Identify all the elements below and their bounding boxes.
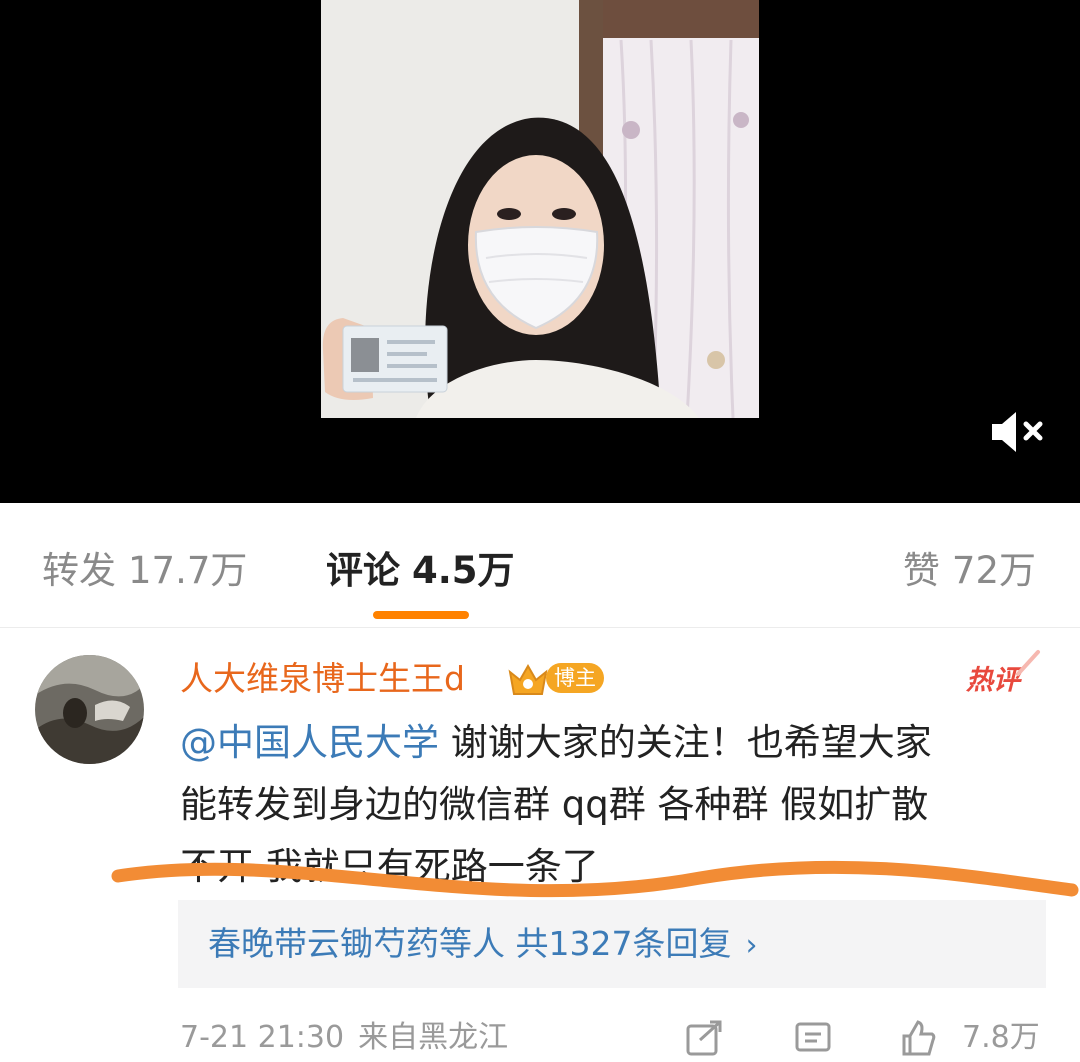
chevron-right-icon: › <box>745 928 758 963</box>
comment-icon <box>795 1022 831 1052</box>
comment-text-line1: 谢谢大家的关注！也希望大家 <box>439 721 932 764</box>
speaker-muted-icon <box>992 412 1043 452</box>
tab-label: 评论 <box>326 549 400 592</box>
mute-button[interactable] <box>988 408 1048 456</box>
tab-count: 4.5万 <box>412 549 515 592</box>
comment-text-line2: 能转发到身边的微信群 qq群 各种群 假如扩散 <box>180 783 929 826</box>
hot-flame-icon <box>1012 648 1042 678</box>
share-button[interactable] <box>684 1018 724 1058</box>
comment-meta: 7-21 21:30 来自黑龙江 <box>180 1012 508 1056</box>
comment-location: 来自黑龙江 <box>358 1020 509 1055</box>
reply-names: 春晚带云锄芍药等人 <box>208 924 505 963</box>
reply-button[interactable] <box>793 1018 833 1058</box>
crown-icon <box>506 660 550 700</box>
video-player[interactable] <box>0 0 1080 503</box>
tab-comments[interactable]: 评论 4.5万 <box>326 544 515 598</box>
tab-count: 72万 <box>951 549 1036 592</box>
reply-count: 共1327条回复 <box>515 924 732 963</box>
tab-label: 赞 <box>902 549 940 592</box>
comment-text-line3: 不开 我就只有死路一条了 <box>180 845 599 888</box>
tab-count: 17.7万 <box>128 549 248 592</box>
comment-text: @中国人民大学 谢谢大家的关注！也希望大家 能转发到身边的微信群 qq群 各种群… <box>180 712 1050 898</box>
comment-author[interactable]: 人大维泉博士生王d <box>180 654 465 704</box>
mention-link[interactable]: @中国人民大学 <box>180 721 439 764</box>
tab-label: 转发 <box>42 549 116 592</box>
active-tab-indicator <box>373 611 469 619</box>
like-button[interactable] <box>898 1018 938 1058</box>
like-count: 7.8万 <box>962 1020 1040 1055</box>
tab-bar: 转发 17.7万 评论 4.5万 赞 72万 <box>0 503 1080 628</box>
avatar[interactable] <box>35 655 144 764</box>
tab-reposts[interactable]: 转发 17.7万 <box>42 544 247 598</box>
tab-likes[interactable]: 赞 72万 <box>903 544 1036 598</box>
replies-summary: 春晚带云锄芍药等人 共1327条回复 › <box>208 918 757 970</box>
replies-preview[interactable]: 春晚带云锄芍药等人 共1327条回复 › <box>178 900 1046 988</box>
blogger-badge: 博主 <box>546 663 604 693</box>
video-frame <box>321 0 759 418</box>
comment-time: 7-21 21:30 <box>180 1020 345 1055</box>
comment-item: 人大维泉博士生王d 博主 热评 @中国人民大学 谢谢大家的关注！也希望大家 能转… <box>0 628 1080 1056</box>
thumbs-up-icon <box>902 1020 936 1056</box>
share-icon <box>686 1020 722 1056</box>
